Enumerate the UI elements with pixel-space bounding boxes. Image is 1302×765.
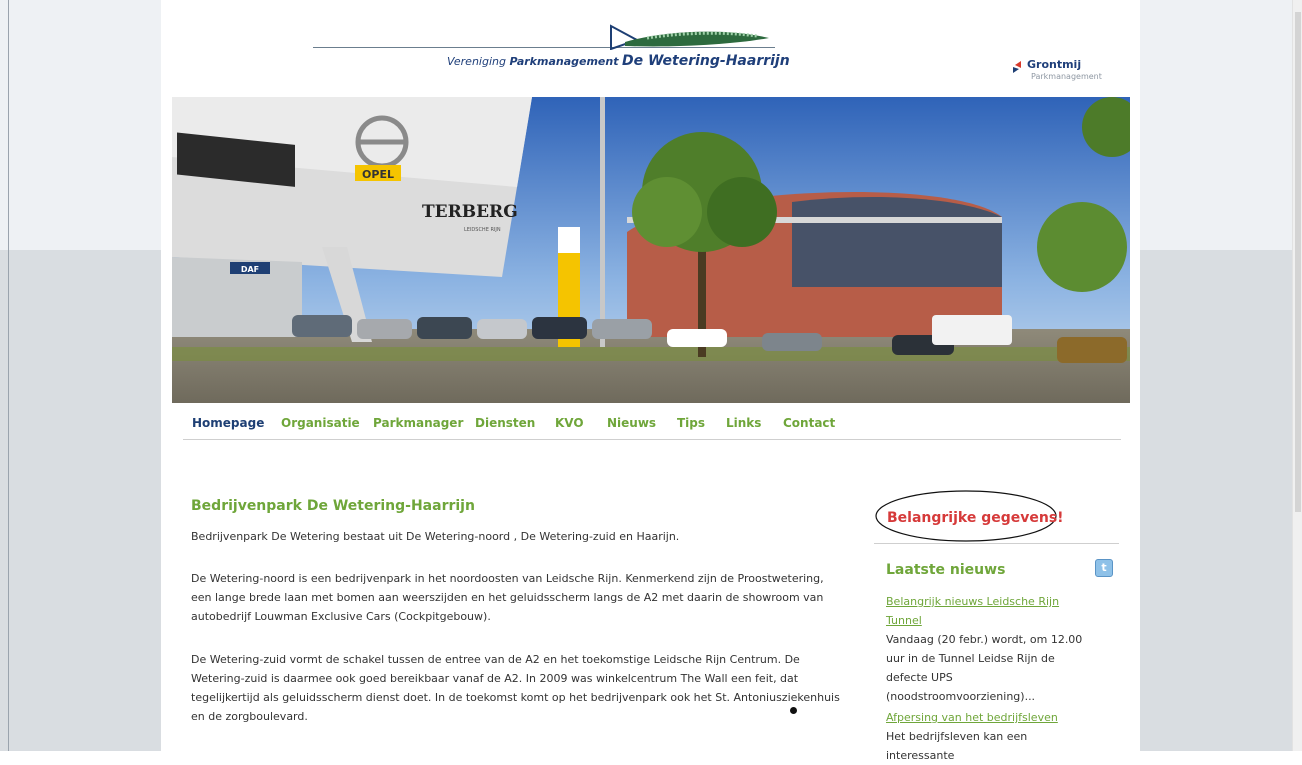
terberg-sub: LEIDSCHE RIJN: [464, 227, 501, 233]
nav-nieuws[interactable]: Nieuws: [607, 416, 656, 430]
partner-sub: Parkmanagement: [1031, 72, 1102, 81]
daf-sign: DAF: [241, 265, 259, 274]
sidebar-divider: [874, 543, 1119, 544]
partner-name: Grontmij: [1027, 58, 1082, 71]
site-logo-text[interactable]: Vereniging Parkmanagement De Wetering-Ha…: [447, 53, 790, 69]
content-paragraph: De Wetering-noord is een bedrijvenpark i…: [191, 572, 824, 623]
nav-kvo[interactable]: KVO: [555, 416, 584, 430]
content-paragraph: De Wetering-zuid vormt de schakel tussen…: [191, 653, 840, 723]
vertical-scrollbar[interactable]: [1292, 0, 1302, 751]
nav-homepage[interactable]: Homepage: [192, 416, 264, 430]
content-paragraph: Bedrijvenpark De Wetering bestaat uit De…: [191, 530, 680, 543]
site-header: Vereniging Parkmanagement De Wetering-Ha…: [161, 0, 1140, 97]
important-link[interactable]: Belangrijke gegevens!: [887, 510, 1064, 526]
page-title: Bedrijvenpark De Wetering-Haarrijn: [191, 498, 475, 514]
news-heading: Laatste nieuws: [886, 562, 1006, 578]
nav-contact[interactable]: Contact: [783, 416, 835, 430]
nav-links[interactable]: Links: [726, 416, 761, 430]
logo-main: De Wetering-Haarrijn: [621, 53, 790, 69]
twitter-icon[interactable]: t: [1095, 559, 1113, 577]
mouse-cursor: [790, 707, 797, 714]
news-item-text: Vandaag (20 febr.) wordt, om 12.00 uur i…: [886, 633, 1083, 703]
news-item-link[interactable]: Belangrijk nieuws Leidsche Rijn Tunnel: [886, 592, 1086, 630]
opel-sign: OPEL: [362, 168, 394, 181]
news-item-text: Het bedrijfsleven kan een interessante: [886, 730, 1028, 762]
grontmij-mark-icon: [1013, 61, 1021, 73]
sail-logo-icon[interactable]: [607, 24, 771, 50]
logo-mid: Parkmanagement: [509, 55, 619, 68]
news-item-link[interactable]: Afpersing van het bedrijfsleven: [886, 708, 1086, 727]
hero-photo: OPEL TERBERG LEIDSCHE RIJN DAF: [172, 97, 1130, 403]
main-navigation: Homepage Organisatie Parkmanager Dienste…: [183, 403, 1121, 440]
terberg-sign: TERBERG: [422, 202, 518, 222]
nav-organisatie[interactable]: Organisatie: [281, 416, 360, 430]
page-container: Vereniging Parkmanagement De Wetering-Ha…: [161, 0, 1140, 762]
nav-tips[interactable]: Tips: [677, 416, 705, 430]
scrollbar-thumb[interactable]: [1295, 12, 1301, 512]
logo-prefix: Vereniging: [447, 55, 506, 68]
window-edge: [8, 0, 9, 751]
nav-diensten[interactable]: Diensten: [475, 416, 535, 430]
nav-parkmanager[interactable]: Parkmanager: [373, 416, 463, 430]
